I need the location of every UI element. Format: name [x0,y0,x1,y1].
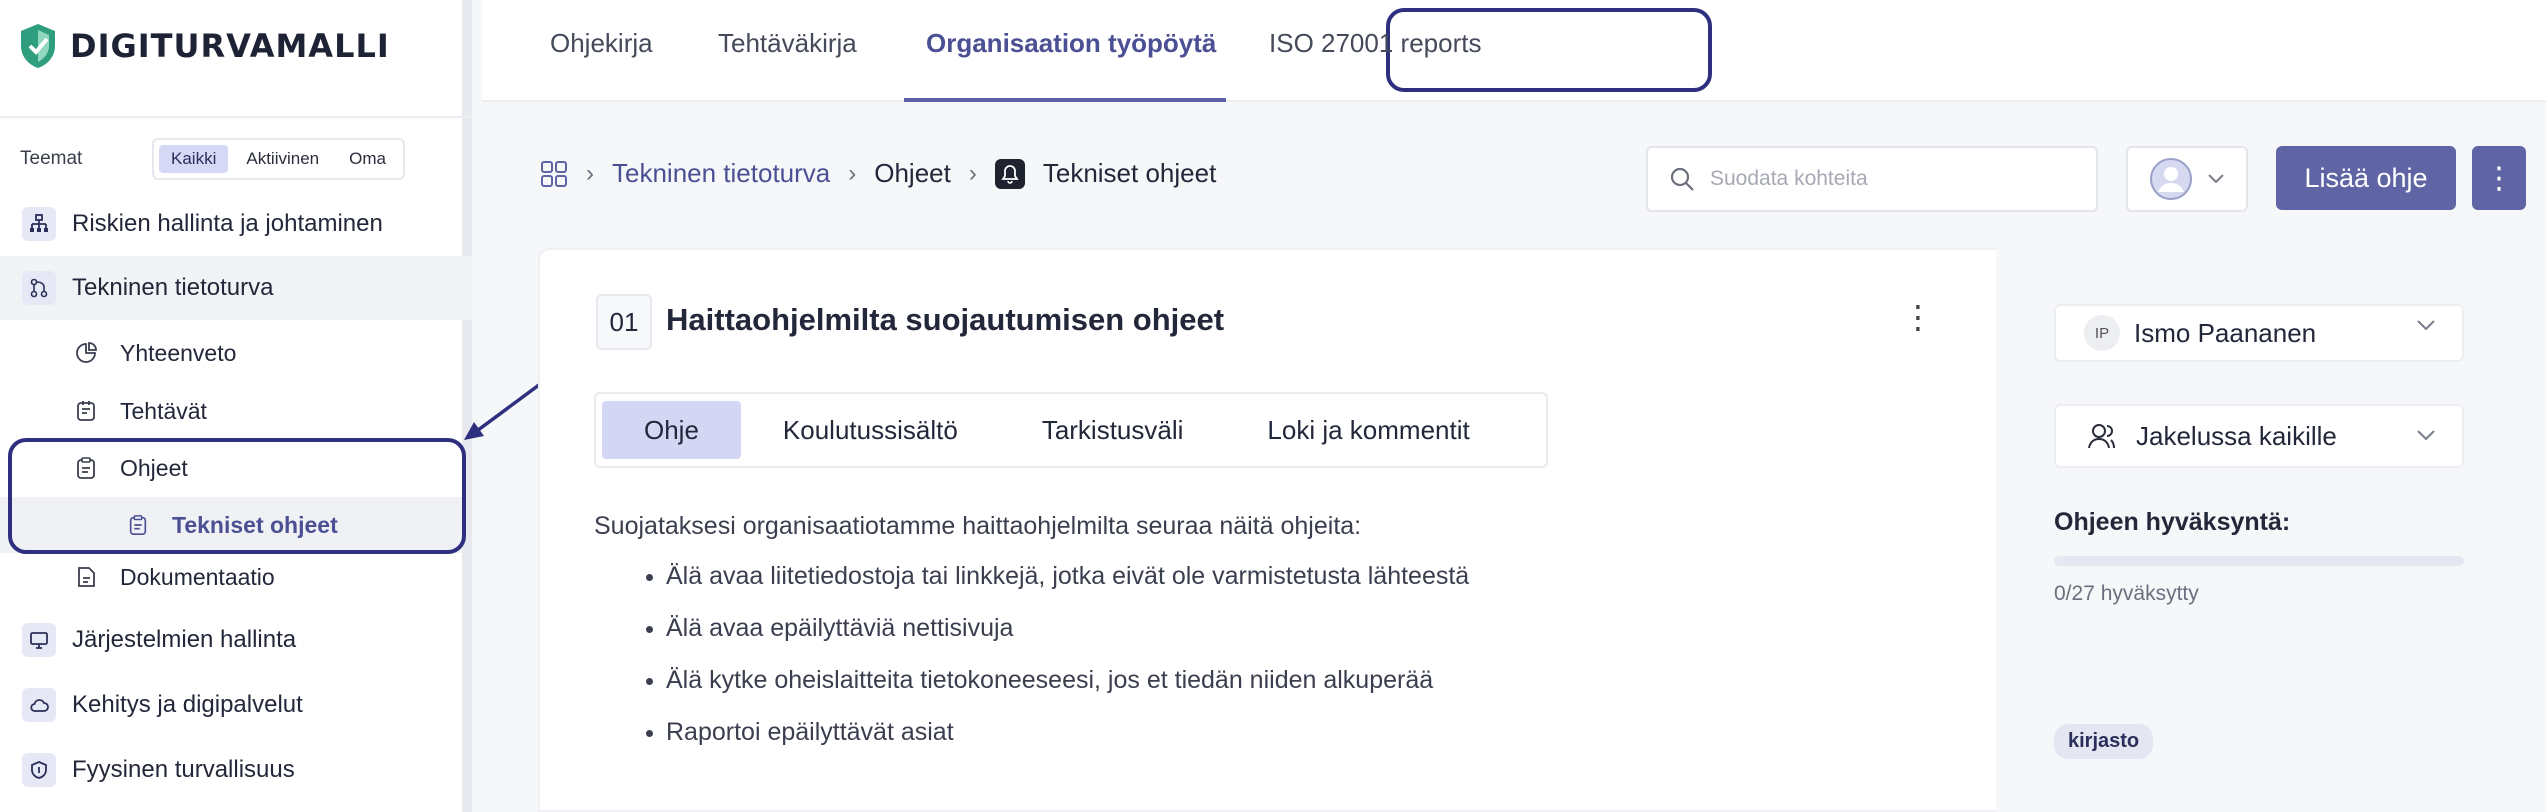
tab-organisation-desktop[interactable]: Organisaation työpöytä [926,28,1216,59]
sidebar-subitem-label: Dokumentaatio [120,563,275,590]
owner-initials: IP [2084,315,2120,351]
tab-instruction[interactable]: Ohje [602,401,741,459]
breadcrumb-technical-security[interactable]: Tekninen tietoturva [612,158,830,189]
sidebar: DIGITURVAMALLI Teemat Kaikki Aktiivinen … [0,0,472,812]
tab-taskbook[interactable]: Tehtäväkirja [718,28,857,59]
breadcrumb-instructions[interactable]: Ohjeet [874,158,951,189]
instruction-intro: Suojataksesi organisaatiotamme haittaohj… [594,512,1362,540]
theme-filter-group: Kaikki Aktiivinen Oma [152,138,405,180]
chevron-down-icon [2208,174,2224,184]
search-box [1646,146,2098,212]
sidebar-subitem-label: Yhteenveto [120,339,237,366]
sidebar-item-technical-security[interactable]: Tekninen tietoturva [0,256,472,320]
sidebar-item-physical-security[interactable]: Fyysinen turvallisuus [0,738,472,802]
sidebar-item-risk-management[interactable]: Riskien hallinta ja johtaminen [0,192,472,256]
approval-progress-bar [2054,556,2464,566]
chevron-right-icon: › [586,159,594,187]
more-actions-button[interactable]: ⋮ [2472,146,2526,210]
org-chart-icon [22,207,56,241]
brand-name: DIGITURVAMALLI [70,27,390,65]
avatar-icon [2150,158,2192,200]
task-list-icon [72,397,100,425]
sidebar-item-label: Kehitys ja digipalvelut [72,691,303,718]
list-item: Älä kytke oheislaitteita tietokoneeseesi… [645,666,1469,718]
tag-badge[interactable]: kirjasto [2054,724,2154,759]
brand-logo[interactable]: DIGITURVAMALLI [18,22,390,70]
list-item: Raportoi epäilyttävät asiat [645,718,1469,770]
user-menu-button[interactable] [2126,146,2248,212]
themes-label: Teemat [20,148,83,169]
top-tabs-bar: Ohjekirja Tehtäväkirja Organisaation työ… [482,0,2546,102]
chevron-right-icon: › [848,159,857,187]
sidebar-subitem-label: Tehtävät [120,397,207,424]
sidebar-subitem-tasks[interactable]: Tehtävät [0,383,462,439]
tab-log-comments[interactable]: Loki ja kommentit [1225,401,1511,459]
sidebar-item-label: Tekninen tietoturva [72,274,274,301]
cloud-icon [22,688,56,722]
list-item: Älä avaa liitetiedostoja tai linkkejä, j… [645,562,1469,614]
chevron-down-icon [2417,430,2435,441]
sidebar-subitem-documentation[interactable]: Dokumentaatio [0,549,462,605]
distribution-label: Jakelussa kaikille [2136,420,2337,451]
document-icon [72,563,100,591]
shield-icon [22,753,56,787]
tab-review-interval[interactable]: Tarkistusväli [1000,401,1226,459]
instruction-tabs: Ohje Koulutussisältö Tarkistusväli Loki … [594,392,1548,468]
add-instruction-button[interactable]: Lisää ohje [2276,146,2456,210]
tab-training-content[interactable]: Koulutussisältö [741,401,1000,459]
search-icon [1670,167,1694,191]
grid-icon[interactable] [540,160,568,188]
instruction-title: Haittaohjelmilta suojautumisen ohjeet [666,302,1225,337]
approval-count: 0/27 hyväksytty [2054,582,2199,605]
breadcrumb-technical-instructions: Tekniset ohjeet [1042,158,1217,188]
branch-icon [22,271,56,305]
shield-logo-icon [21,24,55,68]
sidebar-item-label: Fyysinen turvallisuus [72,756,295,783]
tab-iso-reports[interactable]: ISO 27001 reports [1269,28,1481,59]
filter-active[interactable]: Aktiivinen [234,145,331,173]
sidebar-subitem-summary[interactable]: Yhteenveto [0,325,462,381]
filter-own[interactable]: Oma [337,145,398,173]
card-menu-icon[interactable]: ⋮ [1902,298,1934,336]
divider [0,116,472,118]
distribution-select[interactable]: Jakelussa kaikille [2054,404,2464,468]
instruction-number: 01 [596,294,652,350]
active-tab-underline [904,98,1226,102]
owner-name: Ismo Paananen [2134,317,2317,348]
pie-chart-icon [72,339,100,367]
approval-label: Ohjeen hyväksyntä: [2054,508,2291,536]
sidebar-item-label: Riskien hallinta ja johtaminen [72,210,383,237]
tab-handbook[interactable]: Ohjekirja [550,28,653,59]
chevron-down-icon [2417,320,2435,331]
theme-filter-row: Teemat Kaikki Aktiivinen Oma [20,138,405,180]
instruction-list: Älä avaa liitetiedostoja tai linkkejä, j… [645,562,1469,770]
bell-icon [994,158,1025,189]
owner-select[interactable]: IP Ismo Paananen [2054,304,2464,362]
search-input[interactable] [1710,167,2070,191]
annotation-highlight-box [8,438,466,554]
monitor-icon [22,623,56,657]
list-item: Älä avaa epäilyttäviä nettisivuja [645,614,1469,666]
breadcrumb: › Tekninen tietoturva › Ohjeet › Teknise… [540,158,1216,189]
sidebar-item-development[interactable]: Kehitys ja digipalvelut [0,673,472,737]
users-icon [2088,424,2115,449]
sidebar-item-systems-management[interactable]: Järjestelmien hallinta [0,608,472,672]
sidebar-item-label: Järjestelmien hallinta [72,626,297,653]
filter-all[interactable]: Kaikki [159,145,229,173]
chevron-right-icon: › [968,159,977,187]
